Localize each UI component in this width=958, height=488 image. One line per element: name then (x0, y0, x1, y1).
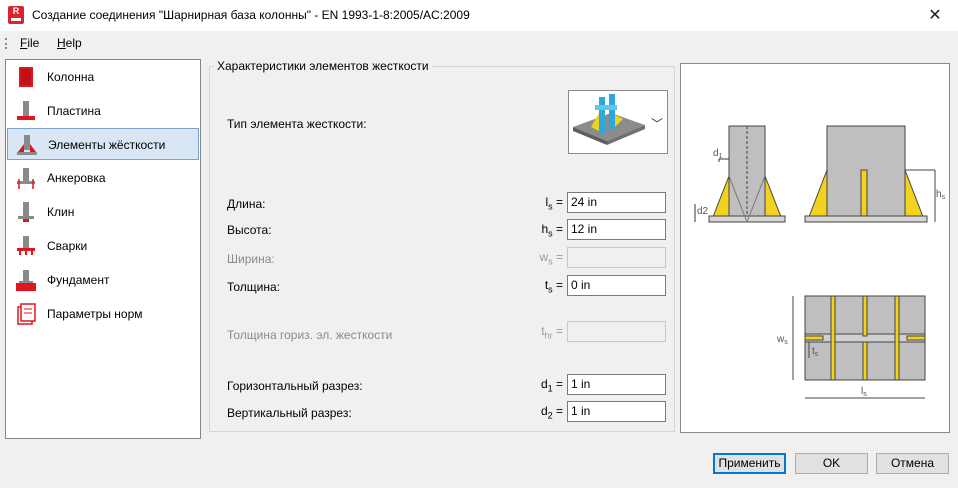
length-symbol: ls = (545, 195, 563, 212)
title-bar: R Создание соединения "Шарнирная база ко… (0, 0, 958, 31)
anchorage-icon (17, 168, 35, 189)
sidebar-item-code-parameters[interactable]: Параметры норм (7, 298, 199, 330)
left-elevation-drawing: d1 d2 (694, 125, 786, 223)
stiffener-type-dropdown[interactable]: ﹀ (568, 90, 668, 154)
thickness-input[interactable]: 0 in (567, 275, 666, 296)
apply-button[interactable]: Применить (713, 453, 786, 474)
sidebar-item-label: Параметры норм (47, 307, 143, 321)
menu-file[interactable]: File (20, 36, 39, 50)
sidebar-item-plate[interactable]: Пластина (7, 95, 199, 127)
sidebar-item-stiffeners[interactable]: Элементы жёсткости (7, 128, 199, 160)
chevron-down-icon[interactable]: ﹀ (651, 115, 663, 132)
app-logo-icon: R (8, 6, 24, 24)
group-title: Характеристики элементов жесткости (214, 59, 432, 73)
code-parameters-icon (17, 303, 36, 325)
stiffener-diagram: d1 d2 hs ws ts ls (694, 125, 946, 399)
sidebar-item-label: Анкеровка (47, 171, 106, 185)
vertical-cut-label: Вертикальный разрез: (227, 406, 352, 420)
sidebar-item-column[interactable]: Колонна (7, 61, 199, 93)
horizontal-cut-input[interactable]: 1 in (567, 374, 666, 395)
thickness-symbol: ts = (544, 278, 563, 295)
column-icon (19, 67, 33, 87)
menu-bar: File Help (0, 31, 958, 55)
sidebar-item-label: Сварки (47, 239, 88, 253)
width-label: Ширина: (227, 252, 275, 266)
front-elevation-drawing: hs (804, 125, 946, 223)
sidebar-item-label: Пластина (47, 104, 101, 118)
menu-help[interactable]: Help (57, 36, 82, 50)
plate-icon (17, 101, 35, 120)
horizontal-thickness-symbol: thr = (541, 324, 563, 341)
height-label: Высота: (227, 223, 272, 237)
width-symbol: ws = (539, 250, 563, 267)
stiffener-diagram-panel: d1 d2 hs ws ts ls (680, 63, 950, 433)
svg-text:d1: d1 (713, 148, 723, 160)
sidebar-item-label: Элементы жёсткости (48, 138, 166, 152)
close-icon[interactable]: ✕ (912, 0, 958, 31)
sidebar-item-label: Фундамент (47, 273, 110, 287)
sidebar-item-label: Клин (47, 205, 75, 219)
svg-text:ls: ls (861, 386, 867, 398)
wedge-icon (18, 202, 34, 222)
vertical-cut-input[interactable]: 1 in (567, 401, 666, 422)
horizontal-thickness-label: Толщина гориз. эл. жесткости (227, 328, 393, 342)
horizontal-thickness-input (567, 321, 666, 342)
length-label: Длина: (227, 197, 266, 211)
sidebar-item-foundation[interactable]: Фундамент (7, 264, 199, 296)
cancel-button[interactable]: Отмена (876, 453, 949, 474)
height-input[interactable]: 12 in (567, 219, 666, 240)
thickness-label: Толщина: (227, 280, 281, 294)
stiffener-type-preview-icon (573, 94, 645, 145)
sidebar-item-wedge[interactable]: Клин (7, 196, 199, 228)
height-symbol: hs = (541, 222, 563, 239)
sidebar-item-welds[interactable]: Сварки (7, 230, 199, 262)
sidebar-item-label: Колонна (47, 70, 95, 84)
stiffener-type-label: Тип элемента жесткости: (227, 117, 367, 131)
ok-button[interactable]: OK (795, 453, 868, 474)
sidebar-nav: Колонна Пластина Элементы жёсткости Анке… (5, 59, 201, 439)
vertical-cut-symbol: d2 = (540, 404, 563, 421)
stiffeners-icon (17, 135, 37, 155)
svg-text:ws: ws (776, 334, 788, 346)
svg-text:d2: d2 (697, 206, 709, 217)
welds-icon (17, 236, 35, 255)
length-input[interactable]: 24 in (567, 192, 666, 213)
width-input (567, 247, 666, 268)
sidebar-item-anchorage[interactable]: Анкеровка (7, 162, 199, 194)
horizontal-cut-label: Горизонтальный разрез: (227, 379, 363, 393)
svg-text:hs: hs (936, 189, 946, 201)
plan-view-drawing: ws ts ls (776, 295, 926, 399)
foundation-icon (16, 270, 36, 291)
menu-grip-icon (5, 38, 7, 49)
horizontal-cut-symbol: d1 = (540, 377, 563, 394)
window-title: Создание соединения "Шарнирная база коло… (32, 8, 470, 22)
